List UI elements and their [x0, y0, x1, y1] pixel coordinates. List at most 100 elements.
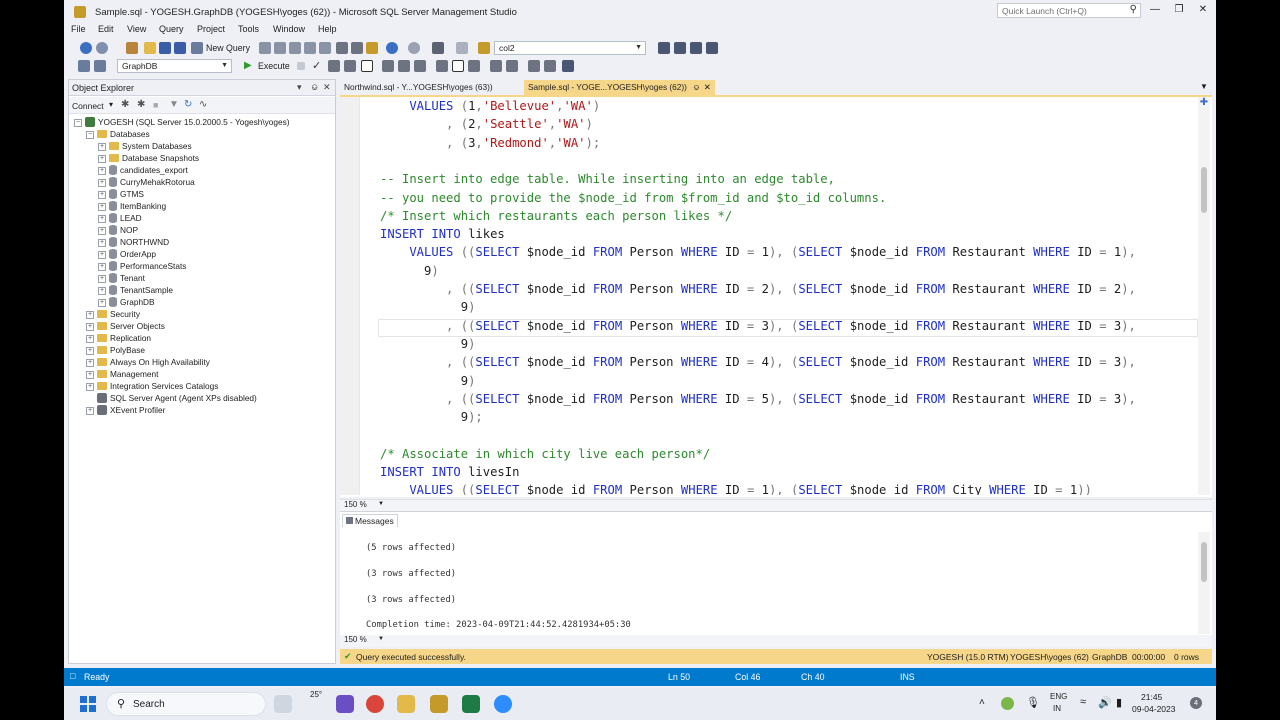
wifi-icon[interactable]: ≈	[1080, 696, 1086, 708]
expand-icon[interactable]: +	[86, 371, 94, 379]
expand-icon[interactable]: +	[98, 275, 106, 283]
execute-icon[interactable]: ▶	[244, 60, 252, 71]
query-analysis-icon[interactable]	[274, 42, 286, 54]
specify-values-icon[interactable]	[562, 60, 574, 72]
back-icon[interactable]	[80, 42, 92, 54]
query-dax-icon[interactable]	[319, 42, 331, 54]
tree-node-database[interactable]: + candidates_export	[98, 164, 188, 176]
stop-icon[interactable]: ■	[153, 100, 158, 110]
code-line[interactable]: 9)	[380, 298, 476, 316]
intellisense-icon[interactable]	[361, 60, 373, 72]
excel-icon[interactable]	[462, 695, 480, 713]
code-line[interactable]: 9)	[380, 262, 439, 280]
navigate-icon[interactable]	[456, 42, 468, 54]
tree-node-database[interactable]: + Database Snapshots	[98, 152, 199, 164]
query-mining-icon[interactable]	[289, 42, 301, 54]
scrollbar-thumb[interactable]	[1201, 167, 1207, 213]
uncomment-icon[interactable]	[506, 60, 518, 72]
scrollbar-thumb[interactable]	[1201, 542, 1207, 582]
paste-icon[interactable]	[366, 42, 378, 54]
filter-icon[interactable]: ▼	[169, 99, 179, 110]
find-in-files-icon[interactable]	[478, 42, 490, 54]
code-area[interactable]: VALUES (1,'Bellevue','WA') , (2,'Seattle…	[380, 97, 1195, 495]
wrench-icon[interactable]	[674, 42, 686, 54]
expand-icon[interactable]: +	[86, 359, 94, 367]
chevron-down-icon[interactable]: ▼	[378, 636, 384, 642]
code-line[interactable]: , ((SELECT $node_id FROM Person WHERE ID…	[380, 390, 1136, 408]
notification-badge[interactable]: 4	[1190, 697, 1202, 709]
tree-node-server[interactable]: − YOGESH (SQL Server 15.0.2000.5 - Yogesh…	[74, 116, 290, 128]
expand-icon[interactable]: +	[98, 239, 106, 247]
chevron-up-icon[interactable]: ˄	[979, 697, 985, 708]
client-stats-icon[interactable]	[414, 60, 426, 72]
restore-button[interactable]: ❐	[1168, 4, 1190, 18]
code-line[interactable]: VALUES ((SELECT $node_id FROM Person WHE…	[380, 481, 1092, 495]
expand-icon[interactable]: +	[98, 251, 106, 259]
menu-help[interactable]: Help	[318, 24, 337, 34]
chrome-icon[interactable]	[366, 695, 384, 713]
available-databases-combo[interactable]: GraphDB ▼	[117, 59, 232, 73]
code-line[interactable]: 9)	[380, 335, 476, 353]
tree-node-database[interactable]: + ItemBanking	[98, 200, 166, 212]
code-line[interactable]: , ((SELECT $node_id FROM Person WHERE ID…	[380, 353, 1136, 371]
code-line[interactable]: , (2,'Seattle','WA')	[380, 115, 593, 133]
results-to-text-icon[interactable]	[436, 60, 448, 72]
find-combo[interactable]: col2 ▼	[494, 41, 646, 55]
code-line[interactable]: , ((SELECT $node_id FROM Person WHERE ID…	[380, 317, 1136, 335]
collapse-icon[interactable]: −	[74, 119, 82, 127]
volume-icon[interactable]: 🔊	[1098, 696, 1112, 709]
expand-icon[interactable]: +	[98, 143, 106, 151]
toolbox-icon[interactable]	[690, 42, 702, 54]
execute-button[interactable]: Execute	[258, 61, 290, 71]
folder-icon[interactable]	[397, 695, 415, 713]
tree-node-database[interactable]: + LEAD	[98, 212, 142, 224]
expand-icon[interactable]: +	[98, 191, 106, 199]
tree-node-database[interactable]: + TenantSample	[98, 284, 173, 296]
code-line[interactable]: 9);	[380, 408, 483, 426]
tray-app-icon[interactable]	[1001, 697, 1014, 710]
tree-node-database[interactable]: + OrderApp	[98, 248, 156, 260]
tree-node-database[interactable]: + GraphDB	[98, 296, 155, 308]
quick-launch-input[interactable]: Quick Launch (Ctrl+Q) ⚲	[997, 3, 1141, 18]
windows-start-icon[interactable]	[80, 696, 96, 712]
results-vertical-scrollbar[interactable]	[1198, 532, 1210, 634]
tree-node-polybase[interactable]: + PolyBase	[86, 344, 145, 356]
tree-node-xevent-profiler[interactable]: + XEvent Profiler	[86, 404, 165, 416]
tab-northwind-sql[interactable]: Northwind.sql - Y...YOGESH\yoges (63))	[340, 80, 497, 95]
chevron-down-icon[interactable]: ▼	[378, 501, 384, 507]
pin-icon[interactable]: ⎉	[693, 82, 700, 92]
expand-icon[interactable]: +	[86, 383, 94, 391]
tab-sample-sql[interactable]: Sample.sql - YOGE...YOGESH\yoges (62)) ⎉ ✕	[524, 80, 715, 95]
menu-file[interactable]: File	[71, 24, 86, 34]
tree-node-database[interactable]: + CurryMehakRotorua	[98, 176, 195, 188]
zoom-icon[interactable]	[494, 695, 512, 713]
query-xmla-icon[interactable]	[304, 42, 316, 54]
clock-time[interactable]: 21:45	[1141, 692, 1162, 702]
code-line[interactable]: VALUES (1,'Bellevue','WA')	[380, 97, 600, 115]
menu-view[interactable]: View	[127, 24, 146, 34]
code-line[interactable]: /* Associate in which city live each per…	[380, 445, 710, 463]
tree-node-integration-services[interactable]: + Integration Services Catalogs	[86, 380, 218, 392]
new-project-icon[interactable]	[126, 42, 138, 54]
results-to-file-icon[interactable]	[468, 60, 480, 72]
copy-icon[interactable]	[351, 42, 363, 54]
cancel-query-icon[interactable]	[297, 62, 305, 70]
close-window-button[interactable]: ✕	[1192, 4, 1214, 18]
forward-icon[interactable]	[96, 42, 108, 54]
tree-node-database[interactable]: + NOP	[98, 224, 138, 236]
code-line[interactable]: /* Insert which restaurants each person …	[380, 207, 732, 225]
menu-project[interactable]: Project	[197, 24, 225, 34]
new-query-icon[interactable]	[191, 42, 203, 54]
teams-icon[interactable]	[336, 695, 354, 713]
save-all-icon[interactable]	[174, 42, 186, 54]
parse-icon[interactable]: ✓	[312, 59, 321, 72]
expand-icon[interactable]: +	[98, 179, 106, 187]
minimize-button[interactable]: —	[1144, 4, 1166, 18]
close-icon[interactable]: ✕	[704, 82, 711, 92]
tree-node-security[interactable]: + Security	[86, 308, 140, 320]
tree-node-database[interactable]: + GTMS	[98, 188, 144, 200]
expand-icon[interactable]: +	[86, 311, 94, 319]
expand-icon[interactable]: +	[98, 203, 106, 211]
tree-node-server-objects[interactable]: + Server Objects	[86, 320, 165, 332]
language-code[interactable]: ENG	[1050, 692, 1067, 701]
